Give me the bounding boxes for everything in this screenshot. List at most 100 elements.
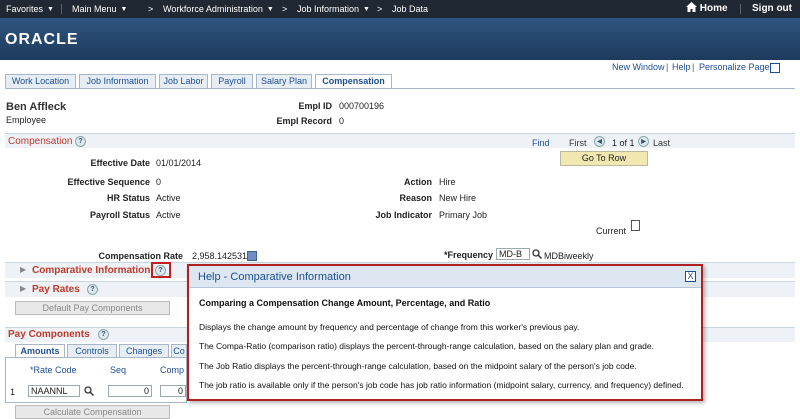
chevron-down-icon: ▼ bbox=[363, 5, 370, 13]
comparative-title[interactable]: Comparative Information bbox=[32, 265, 150, 276]
help-icon[interactable]: ? bbox=[155, 265, 166, 276]
breadcrumb-label: Job Information bbox=[297, 4, 360, 14]
empl-id-label: Empl ID bbox=[298, 101, 332, 111]
comp-rate-value: 2,958.142531 bbox=[192, 251, 248, 261]
page-options-icon[interactable] bbox=[770, 63, 780, 73]
subtab-amounts[interactable]: Amounts bbox=[15, 344, 65, 357]
help-icon[interactable]: ? bbox=[75, 136, 86, 147]
help-popup-paragraph: The Job Ratio displays the percent-throu… bbox=[199, 361, 637, 371]
help-popup-title: Help - Comparative Information bbox=[198, 271, 351, 283]
current-checkbox-icon[interactable] bbox=[631, 220, 640, 231]
rate-code-input[interactable]: NAANNL bbox=[28, 385, 80, 397]
default-pay-components-button[interactable]: Default Pay Components bbox=[15, 301, 170, 315]
action-label: Action bbox=[404, 177, 432, 187]
help-popup-header: Help - Comparative Information X bbox=[189, 266, 701, 288]
next-arrow-icon[interactable]: ▶ bbox=[638, 136, 649, 147]
comp-rate-label: Compensation Rate bbox=[98, 251, 183, 261]
tab-underline bbox=[5, 88, 795, 89]
find-link[interactable]: Find bbox=[532, 138, 550, 148]
help-popup: Help - Comparative Information X Compari… bbox=[187, 264, 703, 401]
prev-arrow-icon[interactable]: ◀ bbox=[594, 136, 605, 147]
comp-input[interactable]: 0 bbox=[160, 385, 186, 397]
link-separator: | bbox=[666, 62, 669, 72]
payroll-status-value: Active bbox=[156, 210, 181, 220]
home-link[interactable]: Home bbox=[686, 0, 728, 18]
employee-name: Ben Affleck bbox=[6, 101, 67, 113]
frequency-description: MDBiweekly bbox=[544, 251, 594, 261]
payroll-status-label: Payroll Status bbox=[89, 210, 150, 220]
hr-status-label: HR Status bbox=[106, 193, 150, 203]
nav-separator bbox=[61, 4, 62, 14]
last-label: Last bbox=[653, 138, 671, 148]
row-index: 1 bbox=[10, 387, 16, 397]
seq-input[interactable]: 0 bbox=[108, 385, 152, 397]
tab-work-location[interactable]: Work Location bbox=[5, 74, 76, 88]
compensation-title: Compensation bbox=[8, 136, 73, 147]
breadcrumb-job-information[interactable]: Job Information ▼ bbox=[297, 0, 370, 18]
go-to-row-button[interactable]: Go To Row bbox=[560, 151, 648, 166]
effective-sequence-label: Effective Sequence bbox=[67, 177, 150, 187]
favorites-menu[interactable]: Favorites ▼ bbox=[6, 0, 54, 18]
help-link[interactable]: Help bbox=[672, 62, 691, 74]
job-indicator-label: Job Indicator bbox=[375, 210, 432, 220]
sign-out-link[interactable]: Sign out bbox=[752, 0, 792, 18]
chevron-right-icon: > bbox=[282, 4, 288, 14]
expand-arrow-icon[interactable]: ▶ bbox=[20, 284, 26, 293]
help-popup-paragraph: The job ratio is available only if the p… bbox=[199, 380, 684, 390]
subtab-changes[interactable]: Changes bbox=[119, 344, 169, 357]
close-icon[interactable]: X bbox=[685, 271, 696, 282]
action-value: Hire bbox=[439, 177, 456, 187]
chevron-right-icon: > bbox=[148, 4, 154, 14]
calculator-icon[interactable] bbox=[247, 251, 257, 261]
tab-salary-plan[interactable]: Salary Plan bbox=[256, 74, 312, 88]
row-count: 1 of 1 bbox=[612, 138, 635, 148]
personalize-page-link[interactable]: Personalize Page bbox=[699, 62, 770, 74]
seq-column-header[interactable]: Seq bbox=[110, 365, 126, 375]
breadcrumb-workforce-admin[interactable]: Workforce Administration ▼ bbox=[163, 0, 274, 18]
compensation-header bbox=[5, 133, 795, 148]
favorites-label: Favorites bbox=[6, 4, 44, 14]
first-label: First bbox=[569, 138, 587, 148]
empl-record-value: 0 bbox=[339, 116, 345, 126]
help-popup-paragraph: The Compa-Ratio (comparison ratio) displ… bbox=[199, 341, 655, 351]
chevron-down-icon: ▼ bbox=[266, 5, 274, 13]
frequency-label: *Frequency bbox=[443, 250, 493, 260]
link-separator: | bbox=[692, 62, 695, 72]
help-icon[interactable]: ? bbox=[98, 329, 109, 340]
brand-bar bbox=[0, 18, 800, 60]
subtab-converted[interactable]: Co bbox=[171, 344, 187, 357]
pay-rates-title[interactable]: Pay Rates bbox=[32, 284, 80, 295]
effective-date-value: 01/01/2014 bbox=[156, 158, 202, 168]
rate-code-column-header[interactable]: *Rate Code bbox=[30, 365, 77, 375]
chevron-right-icon: > bbox=[377, 4, 383, 14]
subtab-controls[interactable]: Controls bbox=[67, 344, 117, 357]
breadcrumb-job-data[interactable]: Job Data bbox=[392, 0, 428, 18]
tab-job-information[interactable]: Job Information bbox=[79, 74, 156, 88]
oracle-logo: ORACLE bbox=[5, 31, 79, 48]
main-menu[interactable]: Main Menu ▼ bbox=[72, 0, 127, 18]
frequency-input[interactable]: MD-B bbox=[496, 248, 530, 260]
tab-compensation[interactable]: Compensation bbox=[315, 74, 392, 89]
empl-record-label: Empl Record bbox=[276, 116, 332, 126]
pay-components-title: Pay Components bbox=[8, 329, 90, 340]
reason-value: New Hire bbox=[439, 193, 477, 203]
tab-payroll[interactable]: Payroll bbox=[211, 74, 253, 88]
chevron-down-icon: ▼ bbox=[47, 5, 54, 13]
home-label: Home bbox=[699, 3, 728, 14]
new-window-link[interactable]: New Window bbox=[612, 62, 665, 74]
employee-type: Employee bbox=[6, 115, 47, 125]
expand-arrow-icon[interactable]: ▶ bbox=[20, 265, 26, 274]
top-nav-bar: Favorites ▼ Main Menu ▼ > Workforce Admini… bbox=[0, 0, 800, 18]
search-icon[interactable] bbox=[532, 249, 542, 259]
breadcrumb-label: Workforce Administration bbox=[163, 4, 263, 14]
main-menu-label: Main Menu bbox=[72, 4, 117, 14]
help-icon[interactable]: ? bbox=[87, 284, 98, 295]
search-icon[interactable] bbox=[84, 386, 94, 396]
hr-status-value: Active bbox=[156, 193, 181, 203]
calculate-compensation-button[interactable]: Calculate Compensation bbox=[15, 405, 170, 419]
reason-label: Reason bbox=[399, 193, 432, 203]
job-indicator-value: Primary Job bbox=[439, 210, 488, 220]
help-popup-heading: Comparing a Compensation Change Amount, … bbox=[199, 298, 491, 308]
tab-job-labor[interactable]: Job Labor bbox=[159, 74, 208, 88]
home-icon bbox=[686, 2, 697, 12]
